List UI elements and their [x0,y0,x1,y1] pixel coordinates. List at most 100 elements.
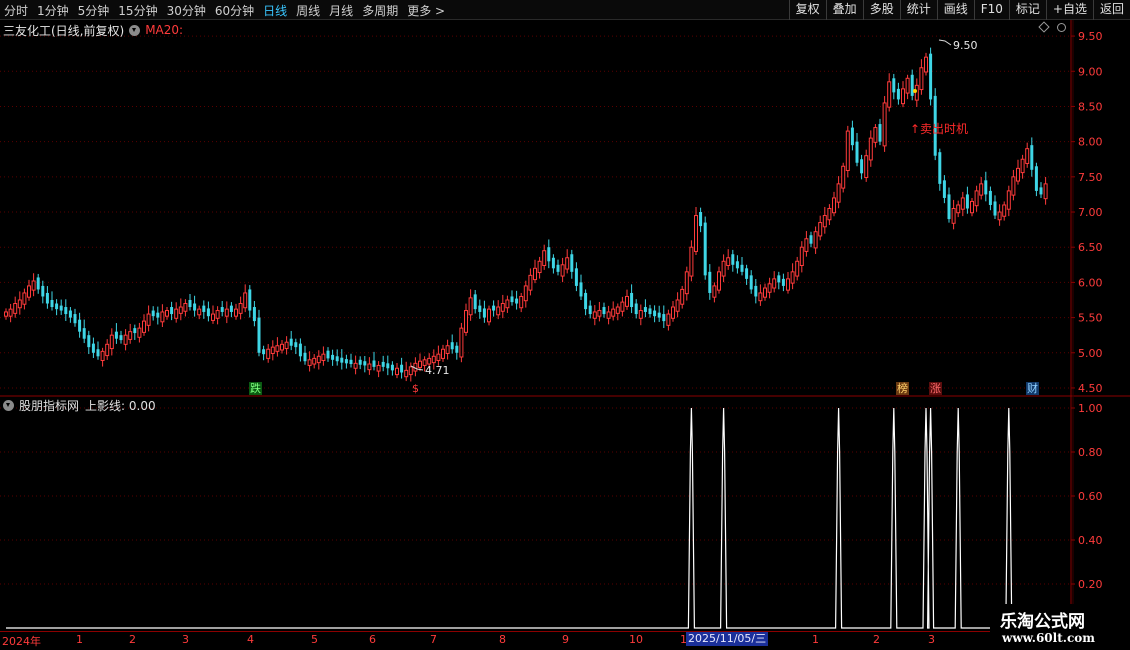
candle-body [174,308,179,319]
candle-body [386,363,390,369]
low-price-label: 4.71 [425,364,450,377]
indicator-tick-label: 0.60 [1078,490,1103,503]
candle-body [763,287,767,298]
candle-body [229,305,233,312]
candle-body [938,152,942,184]
candle-body [735,261,739,269]
candle-body [211,313,215,321]
candle-body [708,271,712,293]
candle-body [850,127,854,146]
candle-body [45,292,49,304]
candle-body [431,355,436,364]
candle-body [303,352,307,362]
grid-lines [0,35,1071,585]
candle-body [1039,187,1043,195]
candle-body [275,345,280,352]
candle-body [537,260,542,274]
candle-body [556,264,560,272]
candle-body [579,282,583,297]
candle-body [220,307,224,312]
candle-body [767,283,772,293]
candle-body [726,257,731,267]
candle-body [822,215,827,228]
candle-body [790,271,795,284]
candle-body [919,67,924,91]
candle-body [248,289,252,311]
candle-body [1034,166,1038,191]
candle-body [156,312,160,318]
candle-body [896,88,900,100]
candle-body [105,343,110,357]
candle-body [745,268,749,279]
candle-body [570,254,574,272]
candle-body [381,361,385,367]
candle-body [505,299,510,309]
settings-circle-icon[interactable] [1057,23,1066,32]
event-marker-zhang[interactable]: 涨 [929,382,942,395]
candle-body [519,295,524,309]
candle-body [400,364,404,373]
candle-body [252,307,256,322]
candle-body [91,343,95,353]
candle-body [262,349,266,355]
indicator-name: 股朋指标网 [19,398,80,413]
candle-body [1020,158,1025,174]
candle-body [712,285,717,298]
candle-body [960,197,965,210]
price-tick-label: 8.00 [1078,136,1103,149]
indicator-tick-label: 0.40 [1078,534,1103,547]
candle-body [786,278,790,291]
candle-body [146,313,151,326]
date-label: 8 [499,633,506,646]
candle-body [87,335,91,348]
candle-body [234,308,238,317]
event-marker-bang[interactable]: 榜 [896,382,909,395]
y-axis-labels: 4.50 5.00 5.50 6.00 6.50 7.00 7.50 8.00 8.50 9.00… [1071,30,1103,591]
candle-body [316,355,321,364]
candle-body [50,299,54,308]
candle-body [492,305,496,311]
date-label: 1 [812,633,819,646]
candle-body [202,305,206,312]
candle-body [510,296,514,303]
candle-body [777,275,781,283]
candle-body [675,299,680,312]
candle-body [602,307,606,315]
event-marker-dollar[interactable]: $ [411,382,420,395]
date-label: 7 [430,633,437,646]
candle-body [740,264,744,272]
date-label: 10 [629,633,643,646]
candle-body [924,56,928,73]
candle-body [82,328,86,339]
candle-body [496,306,501,316]
event-marker-die[interactable]: 跌 [249,382,262,395]
candle-body [390,364,394,371]
event-marker-cai[interactable]: 财 [1026,382,1039,395]
candle-body [653,310,657,317]
dropdown-circle-icon[interactable] [129,24,141,36]
candle-body [78,319,82,332]
candle-body [27,285,31,298]
candle-body [533,267,537,281]
date-label: 2024年 [2,635,41,648]
candle-body [860,159,864,174]
price-tick-label: 5.50 [1078,312,1103,325]
candle-body [1006,190,1011,210]
candle-body [560,264,565,277]
candle-body [671,306,675,319]
date-label: 9 [562,633,569,646]
date-label: 1 [76,633,83,646]
candle-body [547,247,551,262]
candle-body [372,360,376,367]
indicator-dropdown-icon[interactable] [3,399,14,411]
candle-body [892,78,896,93]
watermark-title: 乐淘公式网 [1000,612,1085,632]
sell-timing-annotation: ↑卖出时机 [910,122,968,136]
candle-body [1016,167,1020,182]
signal-dot-icon [913,89,917,93]
candle-body [1002,204,1007,217]
candle-body [827,208,832,221]
stock-name: 三友化工(日线,前复权) [3,23,125,38]
candle-body [657,312,661,318]
candle-body [151,310,155,317]
